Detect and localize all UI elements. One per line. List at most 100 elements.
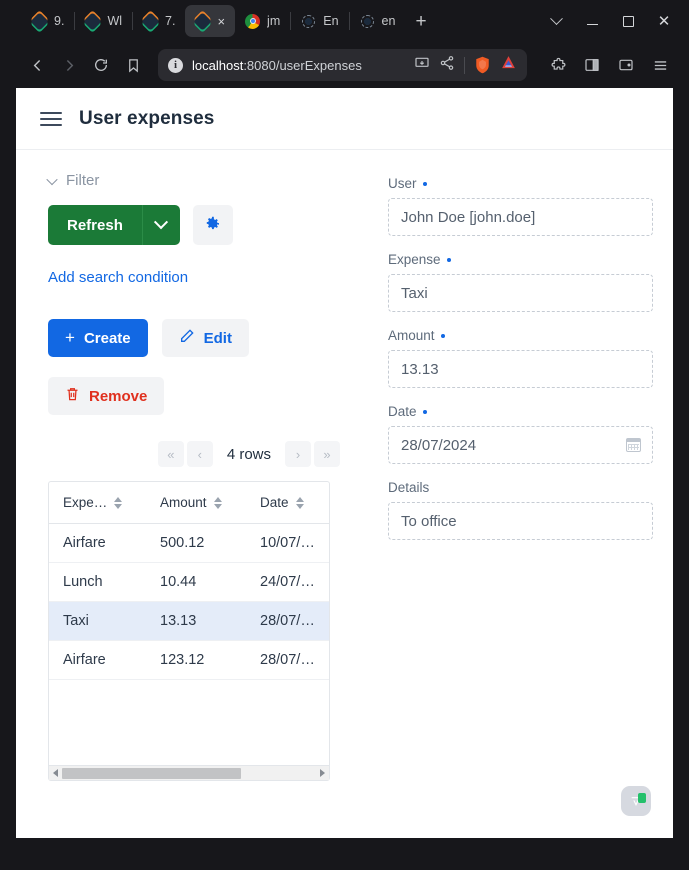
user-input[interactable]: John Doe [john.doe]	[388, 198, 653, 236]
amount-input[interactable]: 13.13	[388, 350, 653, 388]
site-info-icon[interactable]: i	[168, 58, 183, 73]
sidebar-toggle-icon[interactable]	[577, 50, 607, 80]
previous-page-button[interactable]: ‹	[187, 441, 213, 467]
scrollbar-thumb[interactable]	[62, 768, 241, 779]
hamburger-icon[interactable]	[40, 108, 62, 130]
calendar-icon[interactable]	[626, 438, 641, 452]
last-page-button[interactable]: »	[314, 441, 340, 467]
new-tab-button[interactable]: +	[405, 12, 436, 31]
table-horizontal-scrollbar[interactable]	[49, 765, 329, 780]
diamond-favicon	[195, 14, 210, 29]
cell-expense: Airfare	[49, 641, 146, 680]
tab-label: Wl	[107, 14, 122, 28]
label-text: Amount	[388, 328, 435, 343]
remove-button[interactable]: Remove	[48, 377, 164, 415]
extensions-puzzle-icon[interactable]	[543, 50, 573, 80]
trash-icon	[65, 386, 80, 406]
create-button-label: Create	[84, 330, 131, 347]
edit-button[interactable]: Edit	[162, 319, 249, 357]
filter-label: Filter	[66, 172, 99, 189]
required-dot-icon	[447, 258, 451, 262]
detail-form: User John Doe [john.doe] Expense Taxi Am…	[352, 172, 653, 781]
close-icon[interactable]: ×	[217, 15, 225, 28]
tab-label: jm	[267, 14, 280, 28]
toolbar-divider	[464, 57, 465, 74]
cell-expense: Airfare	[49, 524, 146, 563]
reload-icon[interactable]	[86, 50, 116, 80]
minimize-button[interactable]	[575, 6, 609, 36]
crud-button-row: + Create Edit	[48, 319, 352, 357]
wallet-icon[interactable]	[611, 50, 641, 80]
extension-icon[interactable]	[500, 54, 517, 76]
assistant-icon	[629, 795, 643, 808]
cast-icon[interactable]	[414, 55, 430, 76]
cell-date: 10/07/…	[246, 524, 329, 563]
gear-icon	[204, 215, 222, 236]
tab-list-chevron-down-icon[interactable]	[539, 6, 573, 36]
cell-amount: 10.44	[146, 563, 246, 602]
column-header-expense[interactable]: Expe…	[49, 482, 146, 524]
date-input[interactable]: 28/07/2024	[388, 426, 653, 464]
column-header-date[interactable]: Date	[246, 482, 329, 524]
app-header: User expenses	[16, 88, 673, 150]
required-dot-icon	[423, 410, 427, 414]
settings-button[interactable]	[193, 205, 233, 245]
details-input[interactable]: To office	[388, 502, 653, 540]
address-bar[interactable]: i localhost:8080/userExpenses	[158, 49, 527, 81]
browser-tab-active[interactable]: ×	[185, 5, 235, 37]
next-page-button[interactable]: ›	[285, 441, 311, 467]
tab-label: 7.	[165, 14, 175, 28]
brave-shields-icon[interactable]	[474, 56, 491, 74]
back-icon[interactable]	[22, 50, 52, 80]
column-label: Amount	[160, 495, 207, 510]
browser-tab-2[interactable]: Wl	[75, 5, 132, 37]
bookmark-icon[interactable]	[118, 50, 148, 80]
plus-icon: +	[65, 328, 75, 348]
scroll-left-icon[interactable]	[49, 769, 62, 777]
cell-date: 28/07/…	[246, 641, 329, 680]
cell-expense: Taxi	[49, 602, 146, 641]
tab-strip: 9. Wl 7. × jm En en +	[0, 0, 689, 42]
first-page-button[interactable]: «	[158, 441, 184, 467]
left-panel: Filter Refresh Add search	[36, 172, 352, 781]
diamond-favicon	[85, 14, 100, 29]
browser-tab-7[interactable]: en	[350, 5, 406, 37]
field-user: User John Doe [john.doe]	[388, 176, 653, 236]
table-row[interactable]: Lunch 10.44 24/07/…	[49, 563, 329, 602]
maximize-button[interactable]	[611, 6, 645, 36]
refresh-button[interactable]: Refresh	[48, 205, 142, 245]
table-row-selected[interactable]: Taxi 13.13 28/07/…	[49, 602, 329, 641]
label-text: Details	[388, 480, 429, 495]
browser-menu-icon[interactable]	[645, 50, 675, 80]
filter-section-header[interactable]: Filter	[48, 172, 352, 189]
share-icon[interactable]	[439, 55, 455, 76]
browser-window: 9. Wl 7. × jm En en +	[0, 0, 689, 870]
required-dot-icon	[441, 334, 445, 338]
expenses-table-element: Expe… Amount Date Airfare 500.12 10/07/…	[49, 482, 329, 680]
close-window-button[interactable]: ✕	[647, 6, 681, 36]
add-search-condition-link[interactable]: Add search condition	[48, 269, 188, 286]
forward-icon[interactable]	[54, 50, 84, 80]
tab-label: 9.	[54, 14, 64, 28]
create-button[interactable]: + Create	[48, 319, 148, 357]
row-count-label: 4 rows	[216, 446, 282, 463]
label-text: User	[388, 176, 417, 191]
browser-tab-1[interactable]: 9.	[22, 5, 74, 37]
field-label: Amount	[388, 328, 653, 343]
table-row[interactable]: Airfare 123.12 28/07/…	[49, 641, 329, 680]
expense-input[interactable]: Taxi	[388, 274, 653, 312]
column-header-amount[interactable]: Amount	[146, 482, 246, 524]
navigation-toolbar: i localhost:8080/userExpenses	[0, 42, 689, 88]
expenses-table: Expe… Amount Date Airfare 500.12 10/07/…	[48, 481, 330, 781]
ring-favicon	[360, 14, 375, 29]
field-date: Date 28/07/2024	[388, 404, 653, 464]
browser-tab-5[interactable]: jm	[235, 5, 290, 37]
edit-button-label: Edit	[204, 330, 232, 347]
refresh-dropdown-button[interactable]	[142, 205, 180, 245]
required-dot-icon	[423, 182, 427, 186]
browser-tab-6[interactable]: En	[291, 5, 348, 37]
table-row[interactable]: Airfare 500.12 10/07/…	[49, 524, 329, 563]
scroll-right-icon[interactable]	[316, 769, 329, 777]
floating-assistant-button[interactable]	[621, 786, 651, 816]
browser-tab-3[interactable]: 7.	[133, 5, 185, 37]
